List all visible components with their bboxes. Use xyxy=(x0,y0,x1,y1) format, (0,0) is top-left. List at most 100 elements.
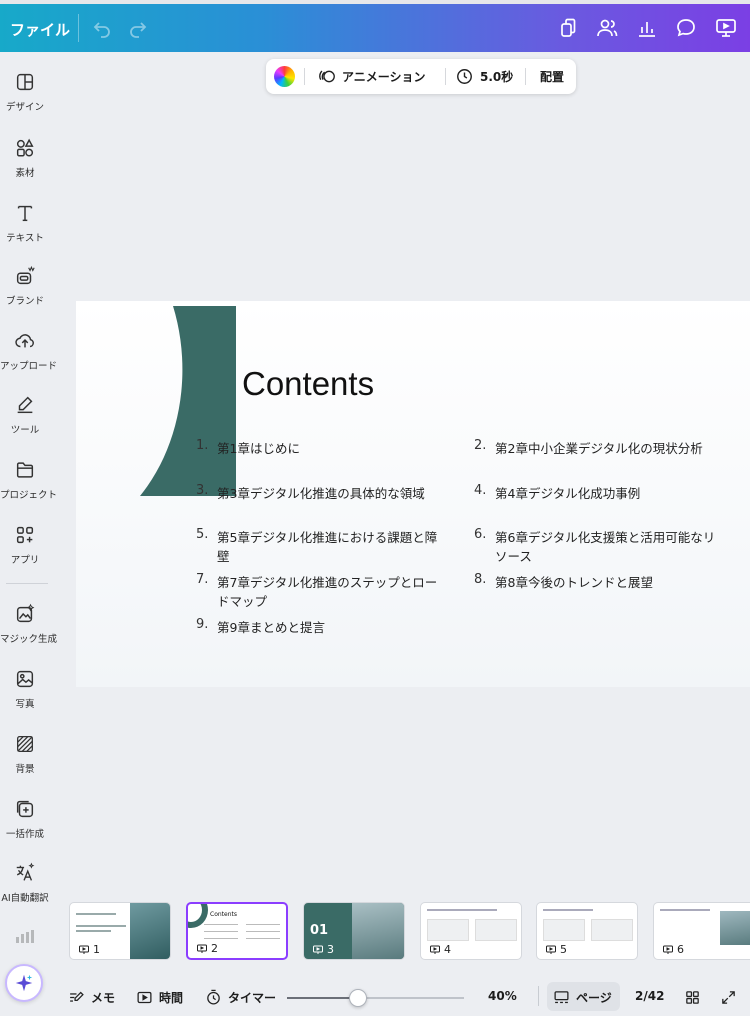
sidebar-item-label: 背景 xyxy=(15,764,35,775)
sidebar-item-brand[interactable]: ブランド xyxy=(0,265,50,307)
sidebar-item-draw[interactable]: ツール xyxy=(0,394,50,436)
page-thumbnail-4[interactable]: 4 xyxy=(420,902,522,960)
thumbnail-image xyxy=(130,903,170,959)
decorative-arc xyxy=(139,306,236,496)
draw-icon xyxy=(14,394,36,416)
timer-button[interactable]: タイマー xyxy=(205,989,276,1006)
thumbnail-number: 4 xyxy=(429,943,451,956)
apps-icon xyxy=(14,524,36,546)
toc-number: 8. xyxy=(474,572,487,587)
sidebar-item-label: アップロード xyxy=(0,361,58,372)
thumbnail-number: 1 xyxy=(78,943,100,956)
timing-button[interactable]: 時間 xyxy=(136,989,183,1006)
sidebar-item-label: アプリ xyxy=(10,555,40,566)
toc-text: 第7章デジタル化推進のステップとロードマップ xyxy=(217,575,438,609)
toc-number: 5. xyxy=(196,527,209,542)
sidebar-item-translate[interactable]: AI自動翻訳 xyxy=(0,862,50,904)
element-toolbar: アニメーション 5.0秒 配置 xyxy=(266,59,576,94)
comment-icon[interactable] xyxy=(674,16,698,40)
left-sidebar: デザイン 素材 テキスト ブランド アップロード ツール プロジェクト アプリ … xyxy=(0,52,58,1016)
insights-chart-icon[interactable] xyxy=(635,16,659,40)
toc-text: 第5章デジタル化推進における課題と障壁 xyxy=(217,530,438,564)
toc-number: 6. xyxy=(474,527,487,542)
timer-icon xyxy=(207,989,220,1005)
translate-icon xyxy=(14,862,36,884)
file-menu-button[interactable]: ファイル xyxy=(10,19,70,40)
top-bar: ファイル xyxy=(0,0,750,52)
page-thumbnail-2[interactable]: Contents 2 xyxy=(186,902,288,960)
clock-icon xyxy=(455,67,474,86)
sidebar-item-label: 写真 xyxy=(15,699,35,710)
present-icon xyxy=(197,944,207,953)
topbar-divider xyxy=(78,14,79,42)
position-button[interactable]: 配置 xyxy=(540,68,564,85)
sidebar-item-photos[interactable]: 写真 xyxy=(0,668,50,710)
present-icon xyxy=(663,945,673,954)
sidebar-item-label: ツール xyxy=(10,425,40,436)
toolbar-divider xyxy=(445,68,446,85)
sidebar-item-design[interactable]: デザイン xyxy=(0,71,50,113)
more-apps-icon[interactable] xyxy=(15,928,35,943)
toc-text: 第4章デジタル化成功事例 xyxy=(495,486,641,501)
thumbnail-number: 6 xyxy=(662,943,684,956)
sidebar-item-projects[interactable]: プロジェクト xyxy=(0,459,58,501)
toc-text: 第1章はじめに xyxy=(217,441,300,456)
notes-button[interactable]: メモ xyxy=(68,989,115,1006)
sidebar-item-magic-media[interactable]: マジック生成 xyxy=(0,603,58,645)
fullscreen-icon[interactable] xyxy=(720,989,737,1006)
folder-icon xyxy=(14,459,36,481)
animation-button[interactable]: アニメーション xyxy=(342,68,426,85)
toc-text: 第8章今後のトレンドと展望 xyxy=(495,575,653,590)
toc-number: 7. xyxy=(196,572,209,587)
brand-icon xyxy=(14,265,36,287)
sidebar-item-label: AI自動翻訳 xyxy=(1,893,49,904)
sidebar-item-text[interactable]: テキスト xyxy=(0,202,50,244)
pages-button[interactable]: ページ xyxy=(553,989,612,1006)
photo-icon xyxy=(14,668,36,690)
grid-view-icon[interactable] xyxy=(684,989,701,1006)
slide-title[interactable]: Contents xyxy=(242,365,374,403)
present-icon xyxy=(313,945,323,954)
elements-icon xyxy=(14,137,36,159)
sidebar-item-elements[interactable]: 素材 xyxy=(0,137,50,179)
undo-icon[interactable] xyxy=(90,16,114,40)
toc-number: 2. xyxy=(474,438,487,453)
sidebar-item-background[interactable]: 背景 xyxy=(0,733,50,775)
redo-icon[interactable] xyxy=(126,16,150,40)
upload-icon xyxy=(14,330,36,352)
sidebar-item-label: マジック生成 xyxy=(0,634,58,645)
page-thumbnail-5[interactable]: 5 xyxy=(536,902,638,960)
bulk-create-icon xyxy=(14,798,36,820)
toc-text: 第6章デジタル化支援策と活用可能なリソース xyxy=(495,530,716,564)
timing-icon xyxy=(137,991,152,1004)
bottom-divider xyxy=(538,986,539,1006)
zoom-slider-handle[interactable] xyxy=(349,989,367,1007)
toolbar-divider xyxy=(304,68,305,85)
present-icon[interactable] xyxy=(714,16,738,40)
pages-icon xyxy=(554,991,569,1004)
sidebar-item-label: デザイン xyxy=(5,102,44,113)
zoom-slider[interactable] xyxy=(287,989,464,1007)
sidebar-item-label: プロジェクト xyxy=(0,490,58,501)
magic-media-icon xyxy=(14,603,36,625)
copy-icon[interactable] xyxy=(556,16,580,40)
color-picker-icon[interactable] xyxy=(274,66,295,87)
notes-icon xyxy=(70,991,84,1002)
sidebar-item-label: 一括作成 xyxy=(5,829,44,840)
slide-canvas[interactable]: Contents 1. 第1章はじめに 2. 第2章中小企業デジタル化の現状分析… xyxy=(76,301,750,687)
zoom-level[interactable]: 40% xyxy=(488,989,517,1003)
sidebar-item-apps[interactable]: アプリ xyxy=(0,524,50,566)
sidebar-item-label: 素材 xyxy=(15,168,35,179)
sidebar-item-bulk-create[interactable]: 一括作成 xyxy=(0,798,50,840)
page-thumbnail-3[interactable]: 01 3 xyxy=(303,902,405,960)
text-icon xyxy=(14,202,36,224)
sidebar-item-label: テキスト xyxy=(6,233,44,244)
page-thumbnail-6[interactable]: 6 xyxy=(653,902,750,960)
share-people-icon[interactable] xyxy=(595,16,619,40)
present-icon xyxy=(546,945,556,954)
sidebar-item-upload[interactable]: アップロード xyxy=(0,330,58,372)
page-thumbnail-1[interactable]: 1 xyxy=(69,902,171,960)
animation-icon[interactable] xyxy=(318,67,337,86)
bottom-bar: メモ 時間 タイマー 40% ページ 2/42 xyxy=(0,975,750,1016)
duration-button[interactable]: 5.0秒 xyxy=(480,68,513,85)
